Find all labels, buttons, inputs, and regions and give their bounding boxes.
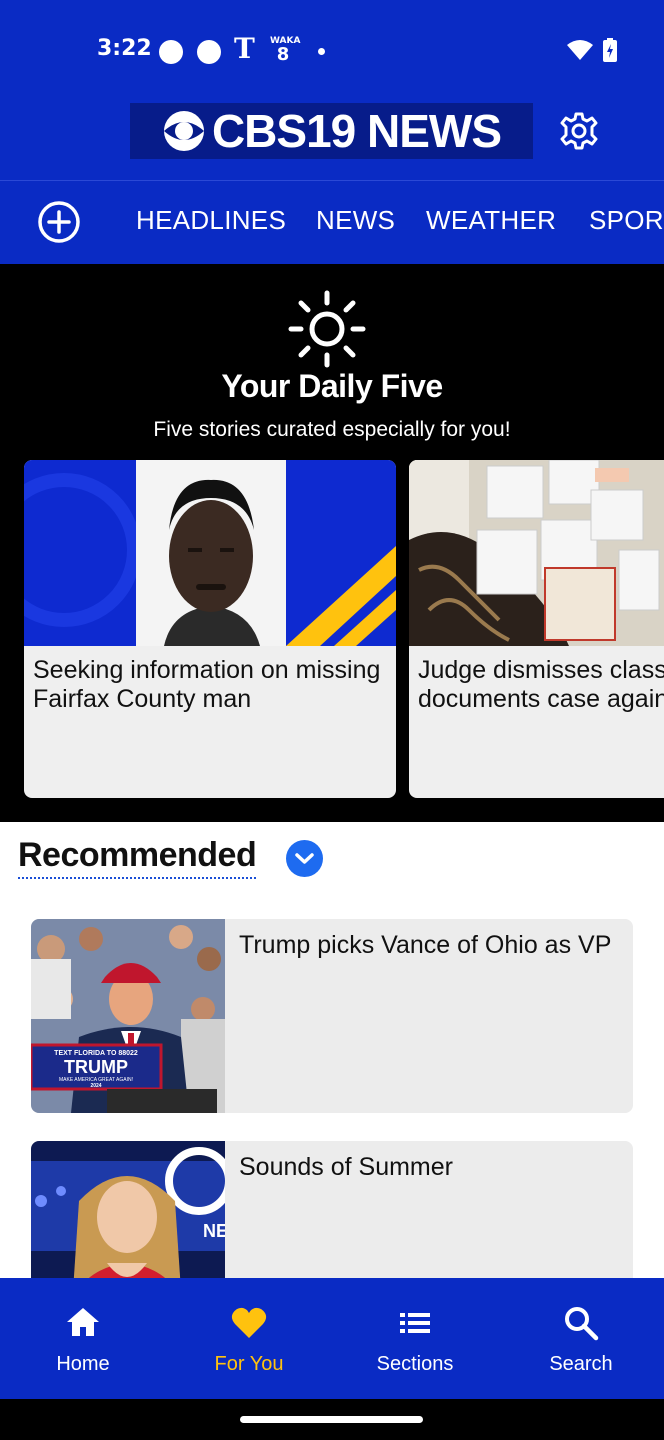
sign-big-text: TRUMP — [64, 1057, 128, 1077]
nav-search[interactable]: Search — [498, 1278, 664, 1399]
sign-year-text: 2024 — [90, 1083, 101, 1089]
daily-five-card[interactable]: Judge dismisses classified documents cas… — [409, 460, 664, 798]
story-thumbnail — [409, 460, 664, 646]
tab-headlines[interactable]: HEADLINES — [136, 205, 286, 236]
story-headline: Seeking information on missing Fairfax C… — [33, 656, 381, 713]
bottom-navigation: Home For You Sections Search — [0, 1278, 664, 1399]
tab-weather[interactable]: WEATHER — [426, 205, 556, 236]
logo-text: CBS19 NEWS — [211, 105, 502, 157]
recommended-story-card[interactable]: TEXT FLORIDA TO 88022 TRUMP MAKE AMERICA… — [31, 919, 633, 1113]
gesture-bar — [0, 1399, 664, 1440]
sun-icon — [288, 290, 366, 368]
status-bar: 3:22 T WAKA 8 — [0, 0, 664, 100]
story-headline: Sounds of Summer — [239, 1153, 453, 1181]
cbs-eye-icon — [163, 111, 204, 151]
sign-small-text: TEXT FLORIDA TO 88022 — [54, 1050, 138, 1057]
nav-home[interactable]: Home — [0, 1278, 166, 1399]
list-icon — [400, 1313, 430, 1333]
gear-icon[interactable] — [559, 111, 599, 151]
cbs19-news-logo[interactable]: CBS19 NEWS — [130, 103, 533, 159]
daily-five-section: Your Daily Five Five stories curated esp… — [0, 264, 664, 822]
battery-icon — [603, 38, 617, 62]
story-thumbnail — [24, 460, 396, 646]
nav-search-label: Search — [549, 1353, 613, 1375]
nav-sections[interactable]: Sections — [332, 1278, 498, 1399]
notification-dot-icon — [159, 40, 183, 64]
add-circle-icon[interactable] — [37, 200, 81, 244]
recommended-header[interactable]: Recommended — [18, 836, 323, 879]
waka-app-icon: WAKA 8 — [270, 36, 301, 65]
tab-sports[interactable]: SPORTS — [589, 205, 664, 236]
daily-five-card[interactable]: Seeking information on missing Fairfax C… — [24, 460, 396, 798]
app-header: CBS19 NEWS — [0, 100, 664, 180]
home-icon — [67, 1308, 99, 1336]
section-tabs: HEADLINES NEWS WEATHER SPORTS — [0, 180, 664, 265]
nav-home-label: Home — [56, 1353, 110, 1375]
story-thumbnail: TEXT FLORIDA TO 88022 TRUMP MAKE AMERICA… — [31, 919, 225, 1113]
wifi-icon — [567, 40, 593, 60]
t-app-icon: T — [234, 32, 255, 65]
status-time: 3:22 — [97, 36, 152, 61]
story-headline: Trump picks Vance of Ohio as VP — [239, 931, 612, 959]
story-headline: Judge dismisses classified documents cas… — [418, 656, 664, 713]
chevron-down-icon[interactable] — [286, 840, 323, 877]
more-notifications-icon — [318, 48, 325, 55]
nav-for-you-label: For You — [214, 1353, 284, 1375]
recommended-title: Recommended — [18, 836, 257, 879]
heart-icon — [231, 1307, 267, 1338]
nav-for-you[interactable]: For You — [166, 1278, 332, 1399]
screen-text: NE — [203, 1221, 225, 1241]
daily-five-subtitle: Five stories curated especially for you! — [153, 418, 511, 441]
nav-sections-label: Sections — [376, 1353, 454, 1375]
tab-news[interactable]: NEWS — [316, 205, 395, 236]
search-icon — [565, 1307, 599, 1341]
home-gesture-handle[interactable] — [240, 1416, 423, 1423]
daily-five-title: Your Daily Five — [221, 368, 443, 404]
notification-dot-icon — [197, 40, 221, 64]
